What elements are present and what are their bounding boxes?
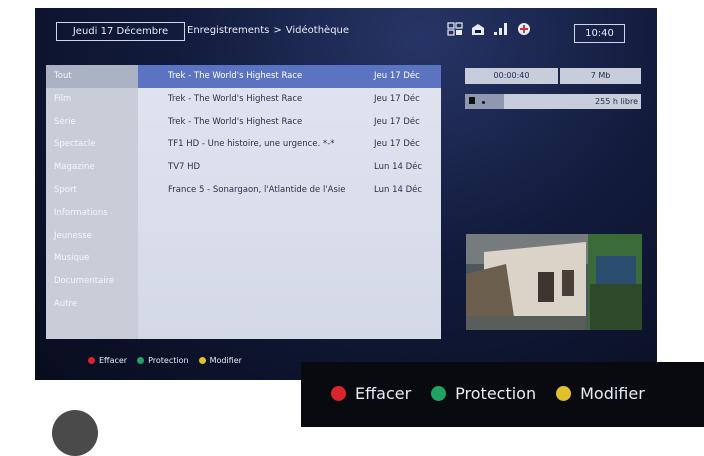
recording-title: TF1 HD - Une histoire, une urgence. *-* — [168, 139, 335, 150]
green-button-icon — [431, 386, 447, 401]
breadcrumb-separator: > — [273, 25, 282, 36]
signal-icon — [493, 21, 509, 40]
stop-icon — [469, 97, 475, 104]
category-item-magazine[interactable]: Magazine — [46, 156, 138, 179]
storage-bar: 255 h libre — [465, 94, 641, 109]
yellow-button-icon — [556, 386, 572, 401]
legend-protect: Protection — [455, 384, 537, 403]
category-item-sport[interactable]: Sport — [46, 179, 138, 202]
category-item-spectacle[interactable]: Spectacle — [46, 133, 138, 156]
playhead-marker — [482, 101, 485, 104]
recording-row[interactable]: Trek - The World's Highest Race Jeu 17 Dé… — [138, 65, 441, 88]
clock: 10:40 — [574, 24, 625, 43]
legend-bar: Effacer Protection Modifier — [88, 356, 242, 365]
date-display: Jeudi 17 Décembre — [56, 22, 185, 41]
green-button-icon — [137, 357, 145, 364]
recording-date: Jeu 17 Déc — [374, 71, 420, 81]
recording-title: Trek - The World's Highest Race — [168, 71, 303, 81]
recording-row[interactable]: TV7 HD Lun 14 Déc — [138, 156, 441, 179]
recording-date: Jeu 17 Déc — [374, 139, 420, 150]
recording-row[interactable]: TF1 HD - Une histoire, une urgence. *-* J… — [138, 133, 441, 156]
hd-icon — [447, 21, 463, 40]
red-button-icon — [88, 357, 95, 364]
legend-modify: Modifier — [209, 356, 242, 365]
recordings-list: Trek - The World's Highest Race Jeu 17 Dé… — [138, 65, 441, 339]
decorative-circle — [52, 410, 98, 456]
category-item-jeunesse[interactable]: Jeunesse — [46, 225, 138, 248]
free-space: 255 h libre — [595, 97, 638, 106]
recording-row[interactable]: Trek - The World's Highest Race Jeu 17 Dé… — [138, 88, 441, 111]
red-button-icon — [331, 386, 346, 401]
category-sidebar: Tout Film Série Spectacle Magazine Sport… — [46, 65, 138, 339]
recording-date: Jeu 17 Déc — [374, 93, 420, 104]
duration-value: 00:00:40 — [465, 68, 558, 84]
yellow-button-icon — [198, 357, 206, 364]
legend-modify: Modifier — [580, 384, 645, 403]
recording-title: Trek - The World's Highest Race — [168, 116, 303, 127]
recording-date: Lun 14 Déc — [374, 162, 423, 173]
category-item-film[interactable]: Film — [46, 88, 138, 111]
preview-image — [466, 234, 642, 330]
mailbox-icon — [470, 21, 486, 40]
category-item-serie[interactable]: Série — [46, 111, 138, 134]
recording-row[interactable]: France 5 - Sonargaon, l'Atlantide de l'A… — [138, 179, 441, 202]
recording-date: Jeu 17 Déc — [374, 116, 420, 127]
recording-title: TV7 HD — [168, 162, 201, 173]
recording-date: Lun 14 Déc — [374, 184, 423, 195]
tv-screen: Jeudi 17 Décembre Enregistrements > Vidéot… — [35, 8, 657, 380]
category-item-documentaire[interactable]: Documentaire — [46, 270, 138, 293]
network-icon — [516, 21, 532, 40]
legend-delete: Effacer — [355, 384, 412, 403]
recording-title: France 5 - Sonargaon, l'Atlantide de l'A… — [168, 184, 346, 195]
recording-title: Trek - The World's Highest Race — [168, 93, 303, 104]
recording-info: 00:00:40 7 Mb — [465, 68, 641, 84]
legend-zoom-inset: Effacer Protection Modifier — [301, 362, 704, 427]
legend-protect: Protection — [148, 356, 189, 365]
breadcrumb-videotheque: Vidéothèque — [285, 25, 350, 36]
status-icons — [447, 21, 532, 40]
legend-delete: Effacer — [99, 356, 128, 365]
category-item-autre[interactable]: Autre — [46, 293, 138, 316]
recording-row[interactable]: Trek - The World's Highest Race Jeu 17 Dé… — [138, 111, 441, 134]
legend-bar-zoomed: Effacer Protection Modifier — [331, 384, 645, 403]
breadcrumb: Enregistrements > Vidéothèque — [187, 22, 349, 39]
video-preview — [466, 234, 642, 330]
category-item-informations[interactable]: Informations — [46, 202, 138, 225]
category-item-musique[interactable]: Musique — [46, 247, 138, 270]
size-value: 7 Mb — [560, 68, 641, 84]
category-item-tout[interactable]: Tout — [46, 65, 138, 88]
breadcrumb-recordings[interactable]: Enregistrements — [187, 25, 269, 36]
